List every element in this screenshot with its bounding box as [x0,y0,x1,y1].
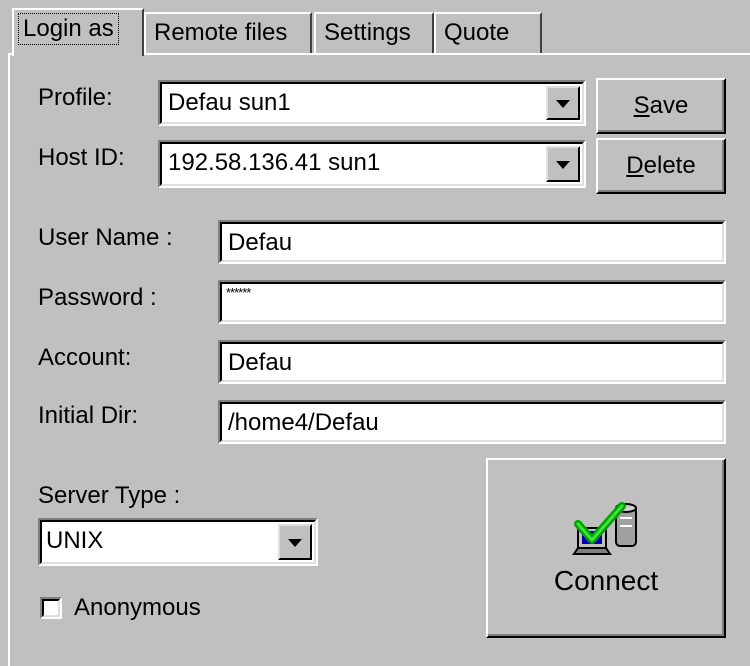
tab-label: Remote files [154,19,288,46]
account-input[interactable]: Defau [218,340,726,384]
host-id-dropdown-arrow-icon[interactable] [546,146,580,182]
initial-dir-input[interactable]: /home4/Defau [218,400,726,444]
password-input[interactable]: ****** [218,280,726,324]
save-button[interactable]: Save [596,78,726,134]
user-name-input[interactable]: Defau [218,220,726,264]
initial-dir-value: /home4/Defau [228,409,379,436]
user-name-value: Defau [228,229,293,256]
save-accelerator: S [633,92,650,119]
server-type-value: UNIX [46,527,104,554]
connect-button[interactable]: Connect [486,458,726,638]
server-type-dropdown[interactable]: UNIX [38,518,318,566]
account-value: Defau [228,349,293,376]
account-label: Account: [38,344,132,371]
profile-dropdown-arrow-icon[interactable] [546,86,580,120]
host-id-dropdown[interactable]: 192.58.136.41 sun1 [158,140,586,188]
user-name-label: User Name : [38,224,173,251]
initial-dir-label: Initial Dir: [38,402,139,429]
tab-settings[interactable]: Settings [314,12,434,54]
anonymous-label: Anonymous [74,594,201,621]
tab-quote[interactable]: Quote [434,12,542,54]
anonymous-checkbox[interactable] [40,597,62,619]
host-id-label: Host ID: [38,144,125,171]
tab-remote-files[interactable]: Remote files [144,12,312,54]
profile-value: Defau sun1 [168,89,291,116]
tab-label: Quote [444,19,510,46]
delete-label: elete [643,152,696,179]
profile-label: Profile: [38,84,113,111]
password-label: Password : [38,284,157,311]
connect-label: Connect [553,565,659,596]
tab-label: Login as [18,13,119,45]
server-type-label: Server Type : [38,482,181,509]
save-label: ave [649,92,689,119]
profile-dropdown[interactable]: Defau sun1 [158,80,586,126]
host-id-value: 192.58.136.41 sun1 [168,149,381,176]
delete-accelerator: D [626,152,644,179]
tab-label: Settings [324,19,411,46]
tab-login-as[interactable]: Login as [12,8,144,56]
server-type-dropdown-arrow-icon[interactable] [278,524,312,560]
password-value: ****** [226,285,251,300]
connect-computer-check-icon [572,502,637,555]
delete-button[interactable]: Delete [596,138,726,194]
